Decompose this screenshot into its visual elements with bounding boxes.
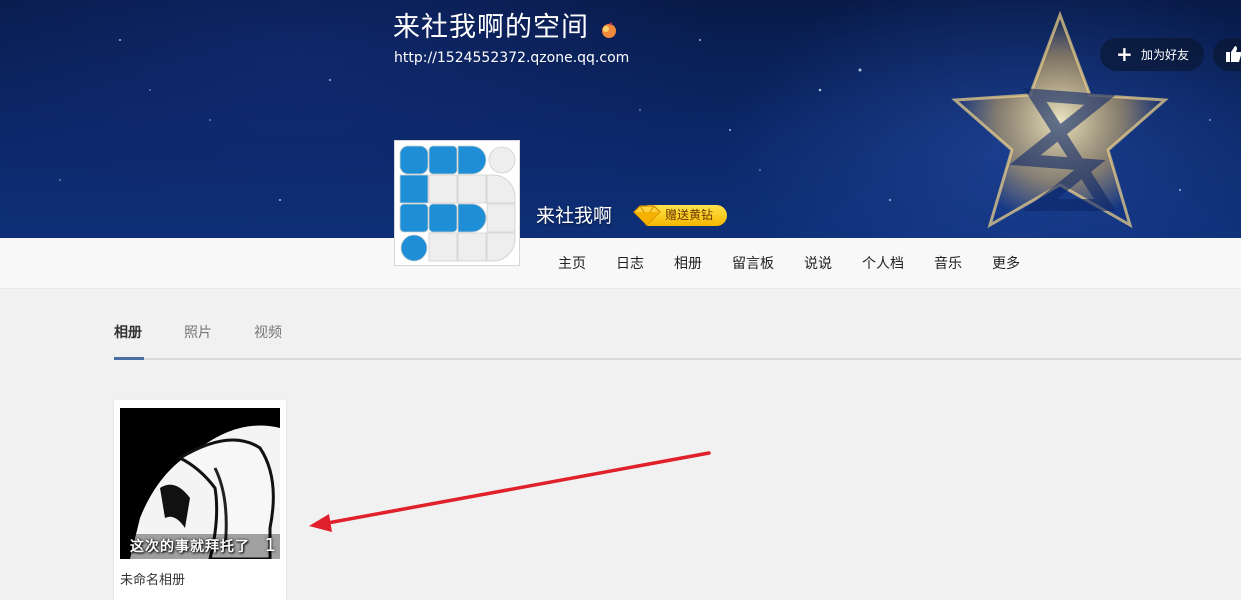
tabs-divider [114,358,1241,360]
nav-shuoshuo[interactable]: 说说 [804,255,832,273]
album-cover-image [120,408,280,559]
tab-photos[interactable]: 照片 [184,323,212,343]
space-url[interactable]: http://1524552372.qzone.qq.com [394,48,629,68]
album-name[interactable]: 未命名相册 [120,572,185,590]
avatar-image [399,145,516,262]
space-title: 来社我啊的空间 [393,12,589,43]
album-photo-count: 1 [264,535,276,556]
owner-name: 来社我啊 [536,205,613,227]
diamond-icon [633,205,661,226]
album-cover-caption: 这次的事就拜托了 [130,539,250,555]
nav-profile[interactable]: 个人档 [862,255,904,273]
profile-banner: 来社我啊的空间 http://1524552372.qzone.qq.com 来… [0,0,1241,238]
thumbs-up-icon [1226,46,1241,62]
nav-music[interactable]: 音乐 [934,255,962,273]
like-button[interactable] [1213,38,1241,71]
nav-guestbook[interactable]: 留言板 [732,255,774,273]
add-friend-button[interactable]: + 加为好友 [1100,38,1204,71]
nav-album[interactable]: 相册 [674,255,702,273]
nav-blog[interactable]: 日志 [616,255,644,273]
main-nav: 主页 日志 相册 留言板 说说 个人档 音乐 更多 [0,238,1241,289]
nav-more[interactable]: 更多 [992,255,1020,273]
nav-home[interactable]: 主页 [558,255,586,273]
album-cover[interactable]: 这次的事就拜托了 1 [120,408,280,559]
gift-vip-label: 赠送黄钻 [665,208,714,222]
album-card[interactable]: 这次的事就拜托了 1 未命名相册 [114,400,286,600]
tab-albums[interactable]: 相册 [114,323,142,343]
level-badge-icon[interactable] [600,21,618,39]
plus-icon: + [1116,42,1133,66]
starfield-background [59,10,1211,229]
gift-yellow-diamond-button[interactable]: 赠送黄钻 [631,204,729,227]
avatar[interactable] [394,140,520,266]
tab-videos[interactable]: 视频 [254,323,282,343]
add-friend-label: 加为好友 [1141,48,1190,62]
active-tab-indicator [114,357,144,360]
